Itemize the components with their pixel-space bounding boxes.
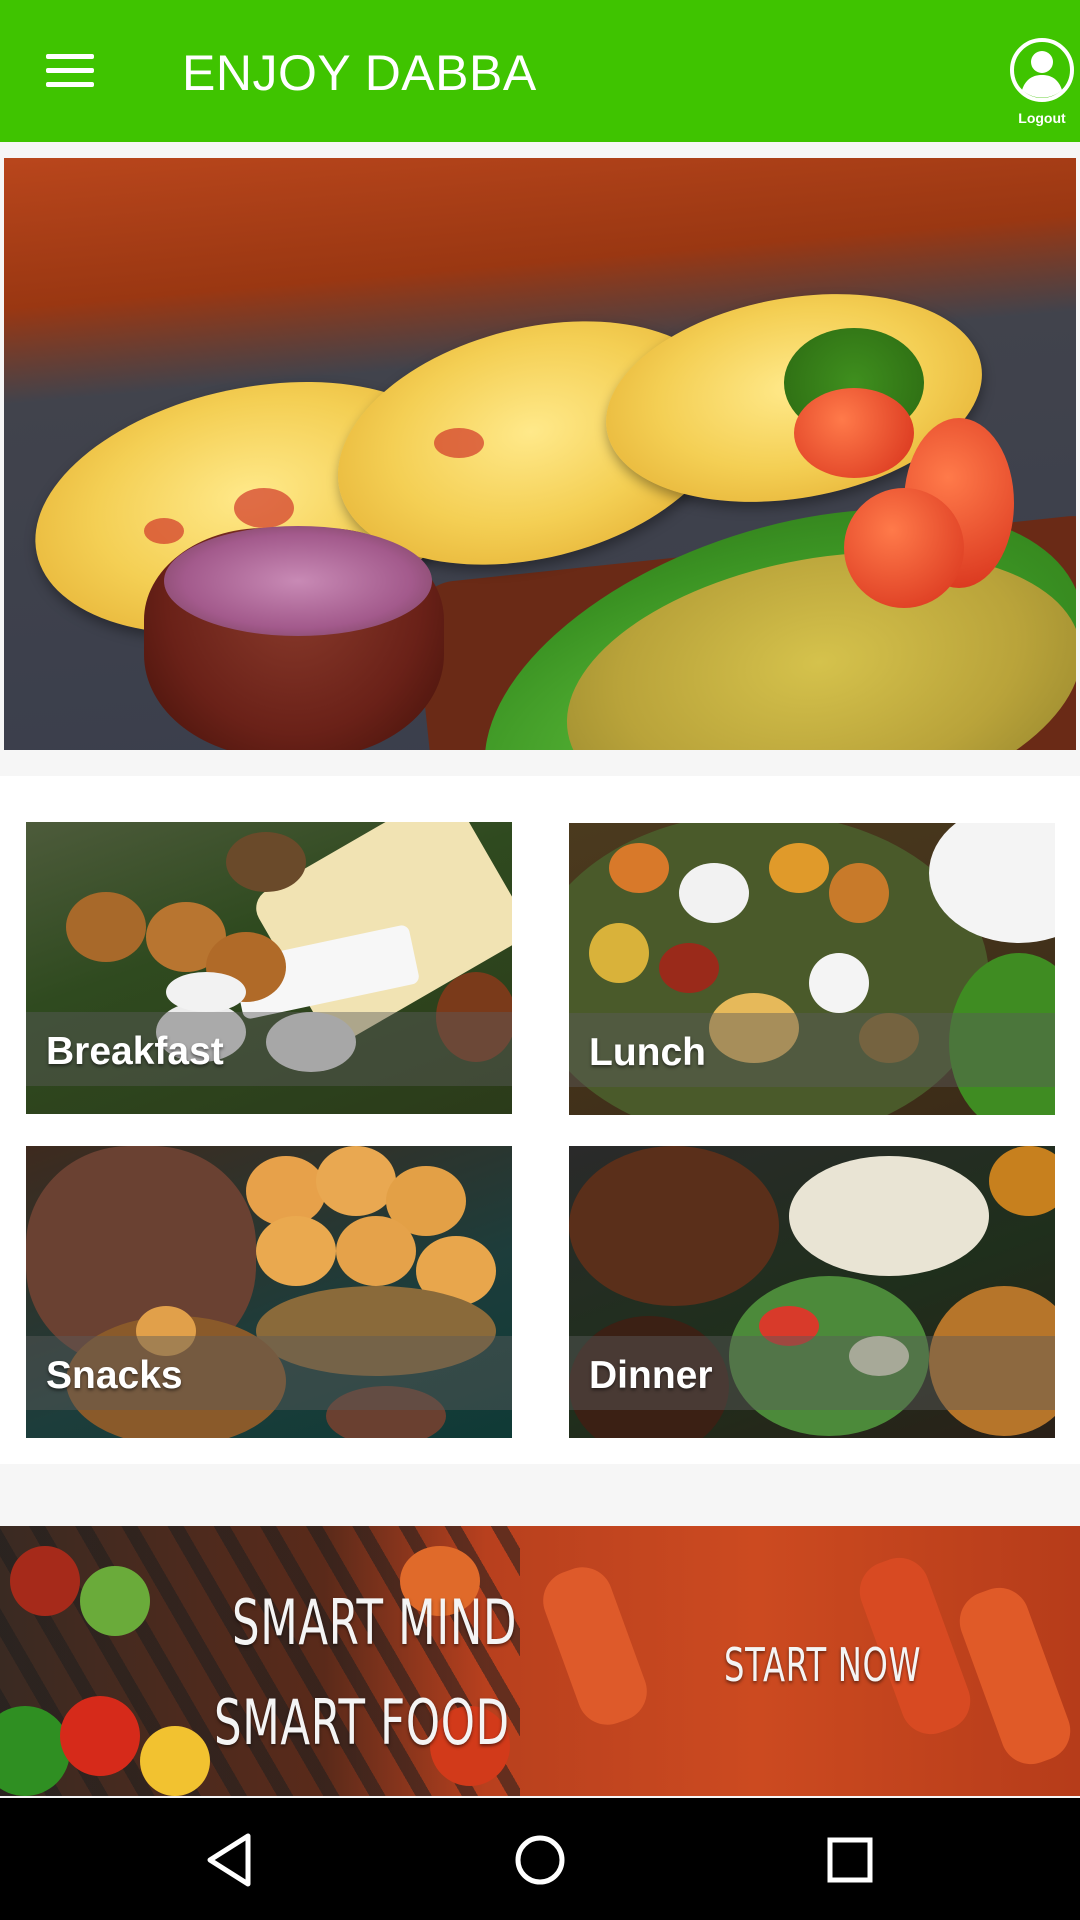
account-circle-icon bbox=[1010, 38, 1074, 102]
category-tile-breakfast[interactable]: Breakfast bbox=[26, 822, 512, 1114]
category-tile-snacks[interactable]: Snacks bbox=[26, 1146, 512, 1438]
category-label: Dinner bbox=[589, 1354, 713, 1397]
promo-line-1: SMART MIND bbox=[232, 1586, 518, 1659]
category-tile-dinner[interactable]: Dinner bbox=[569, 1146, 1055, 1438]
category-tile-lunch[interactable]: Lunch bbox=[569, 823, 1055, 1115]
system-navigation-bar bbox=[0, 1798, 1080, 1920]
hamburger-menu-icon[interactable] bbox=[36, 48, 106, 94]
app-title: ENJOY DABBA bbox=[182, 45, 537, 101]
recents-square-icon[interactable] bbox=[818, 1828, 882, 1892]
logout-button[interactable]: Logout bbox=[1000, 34, 1080, 132]
promo-line-2: SMART FOOD bbox=[214, 1686, 510, 1759]
category-label: Breakfast bbox=[46, 1030, 224, 1073]
category-label: Snacks bbox=[46, 1354, 183, 1397]
home-circle-icon[interactable] bbox=[508, 1828, 572, 1892]
category-grid: Breakfast Lunch Snacks Dinner bbox=[0, 776, 1080, 1464]
promo-banner[interactable]: SMART MIND SMART FOOD START NOW bbox=[0, 1526, 1080, 1796]
category-label: Lunch bbox=[589, 1031, 706, 1074]
hero-banner-image bbox=[4, 158, 1076, 750]
back-triangle-icon[interactable] bbox=[200, 1828, 264, 1892]
promo-cta[interactable]: START NOW bbox=[724, 1638, 921, 1692]
app-bar: ENJOY DABBA Logout bbox=[0, 0, 1080, 142]
logout-label: Logout bbox=[1018, 110, 1066, 126]
